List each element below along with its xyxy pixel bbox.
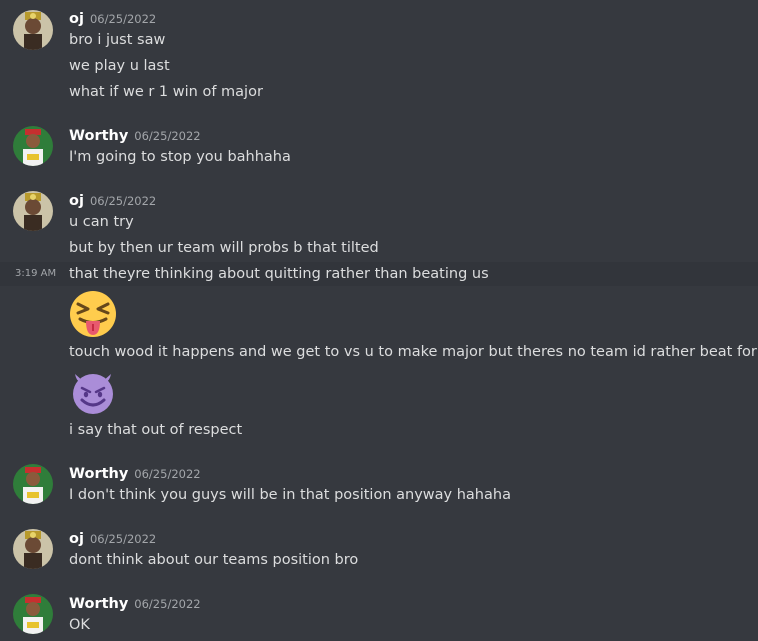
- message-text: I don't think you guys will be in that p…: [69, 487, 511, 503]
- message-text: I'm going to stop you bahhaha: [69, 149, 291, 165]
- message-text: touch wood it happens and we get to vs u…: [69, 344, 758, 360]
- message-text: but by then ur team will probs b that ti…: [69, 240, 379, 256]
- oj-avatar[interactable]: [13, 10, 53, 50]
- message-text: that theyre thinking about quitting rath…: [69, 266, 489, 282]
- timestamp: 06/25/2022: [89, 194, 157, 208]
- message-text: what if we r 1 win of major: [69, 84, 263, 100]
- oj-avatar[interactable]: [13, 191, 53, 231]
- timestamp: 06/25/2022: [134, 467, 201, 481]
- username[interactable]: Worthy: [69, 128, 128, 144]
- message-text: OK: [69, 617, 90, 633]
- oj-avatar[interactable]: [13, 529, 53, 569]
- message-header: oj 06/25/2022: [69, 528, 156, 548]
- message-header: Worthy 06/25/2022: [69, 593, 201, 613]
- timestamp: 06/25/2022: [134, 129, 201, 143]
- username[interactable]: oj: [69, 531, 84, 547]
- message-header: oj 06/25/2022: [69, 8, 156, 28]
- chat-message-list: oj 06/25/2022 bro i just saw we play u la…: [0, 0, 758, 641]
- timestamp: 06/25/2022: [89, 12, 157, 26]
- hover-timestamp: 3:19 AM: [15, 268, 57, 279]
- message-header: Worthy 06/25/2022: [69, 463, 201, 483]
- message-header: oj 06/25/2022: [69, 190, 156, 210]
- username[interactable]: oj: [69, 11, 84, 27]
- worthy-avatar[interactable]: [13, 126, 53, 166]
- worthy-avatar[interactable]: [13, 594, 53, 634]
- squinting-face-with-tongue-emoji[interactable]: [69, 290, 117, 338]
- username[interactable]: oj: [69, 193, 84, 209]
- timestamp: 06/25/2022: [134, 597, 201, 611]
- message-text: u can try: [69, 214, 134, 230]
- message-text: dont think about our teams position bro: [69, 552, 359, 568]
- message-header: Worthy 06/25/2022: [69, 125, 201, 145]
- worthy-avatar[interactable]: [13, 464, 53, 504]
- message-text: bro i just saw: [69, 32, 166, 48]
- username[interactable]: Worthy: [69, 596, 128, 612]
- message-text: i say that out of respect: [69, 422, 243, 438]
- smiling-face-with-horns-emoji[interactable]: [69, 368, 117, 416]
- message-text: we play u last: [69, 58, 170, 74]
- timestamp: 06/25/2022: [89, 532, 157, 546]
- username[interactable]: Worthy: [69, 466, 128, 482]
